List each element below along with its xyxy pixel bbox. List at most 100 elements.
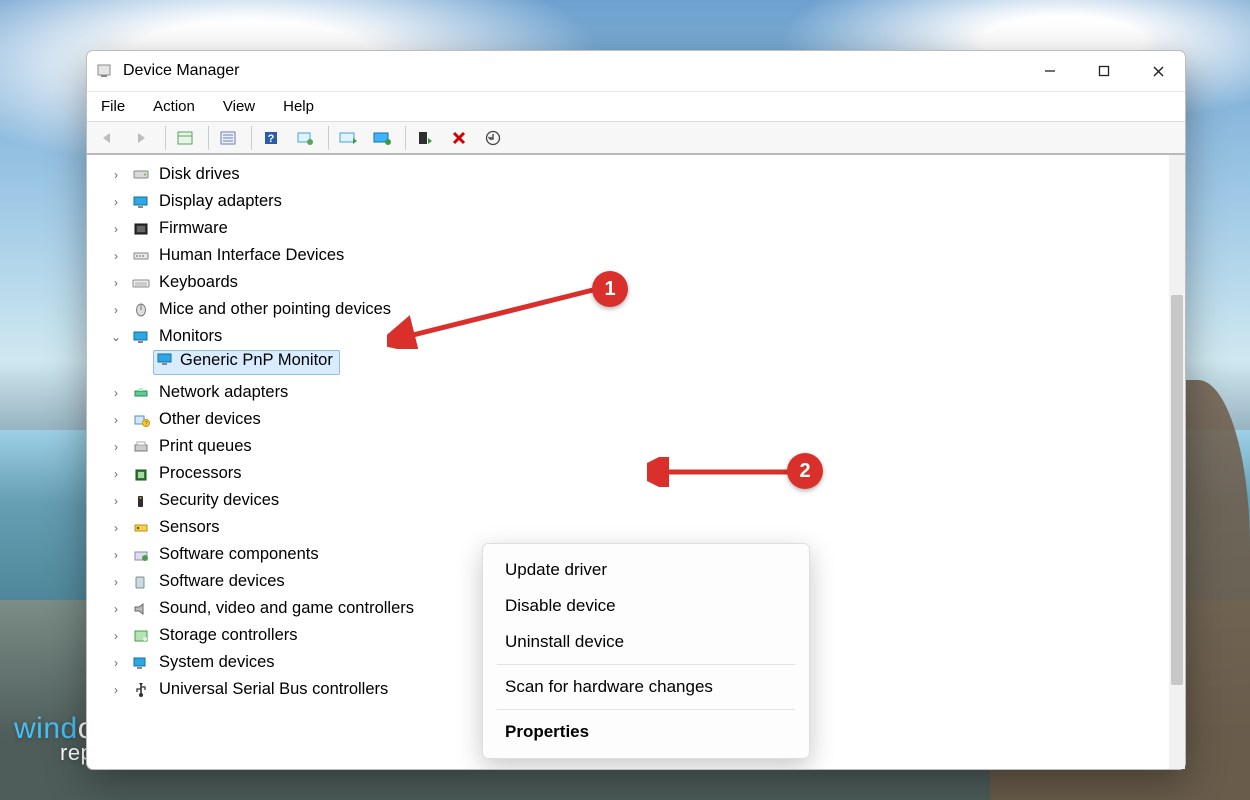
toolbar-properties-button[interactable] [213,125,243,151]
expander-icon[interactable]: › [109,629,123,643]
tree-node-label: Network adapters [159,383,288,402]
expander-icon[interactable]: › [109,575,123,589]
context-menu-uninstall-device[interactable]: Uninstall device [483,624,809,660]
expander-icon[interactable]: › [109,168,123,182]
tree-node-label: Monitors [159,327,222,346]
tree-node-monitors[interactable]: ⌄ Monitors [93,323,1161,350]
menu-action[interactable]: Action [151,96,197,117]
tree-node-label: Disk drives [159,165,240,184]
toolbar-help-button[interactable]: ? [256,125,286,151]
tree-node-security-devices[interactable]: › Security devices [93,487,1161,514]
scrollbar-thumb[interactable] [1171,295,1183,685]
toolbar-enable-device-button[interactable] [367,125,397,151]
toolbar-show-hide-tree-button[interactable] [170,125,200,151]
toolbar-forward-button[interactable] [127,125,157,151]
usb-icon [131,681,151,699]
tree-node-label: Storage controllers [159,626,298,645]
tree-node-label: Display adapters [159,192,282,211]
expander-icon[interactable]: › [109,683,123,697]
other-icon: ? [131,411,151,429]
tree-node-disk-drives[interactable]: › Disk drives [93,161,1161,188]
scrollbar[interactable] [1169,155,1185,769]
tree-node-processors[interactable]: › Processors [93,460,1161,487]
toolbar-update-driver-button[interactable] [333,125,363,151]
expander-icon[interactable]: › [109,249,123,263]
printer-icon [131,438,151,456]
security-icon [131,492,151,510]
toolbar-add-legacy-button[interactable] [478,125,508,151]
toolbar-scan-button[interactable] [290,125,320,151]
tree-node-display-adapters[interactable]: › Display adapters [93,188,1161,215]
tree-leaf-generic-pnp-monitor[interactable]: Generic PnP Monitor [153,350,340,375]
expander-icon[interactable]: › [109,222,123,236]
tree-node-print-queues[interactable]: ›Print queues [93,433,1161,460]
toolbar: ? [87,121,1185,155]
minimize-button[interactable] [1023,51,1077,91]
context-menu: Update driverDisable deviceUninstall dev… [482,543,810,759]
toolbar-uninstall-device-button[interactable] [444,125,474,151]
expander-icon[interactable]: › [109,548,123,562]
tree-node-label: Human Interface Devices [159,246,344,265]
tree-node-sensors[interactable]: › Sensors [93,514,1161,541]
sensor-icon [131,519,151,537]
tree-node-label: Firmware [159,219,228,238]
network-icon [131,384,151,402]
expander-icon[interactable]: › [109,656,123,670]
expander-icon[interactable]: › [109,276,123,290]
expander-icon[interactable]: › [109,494,123,508]
tree-node-mice-and-other-pointing-devices[interactable]: › Mice and other pointing devices [93,296,1161,323]
expander-icon[interactable]: ⌄ [109,330,123,344]
maximize-button[interactable] [1077,51,1131,91]
toolbar-disable-device-button[interactable] [410,125,440,151]
close-button[interactable] [1131,51,1185,91]
disk-icon [131,166,151,184]
toolbar-sep [165,126,166,150]
tree-node-label: Processors [159,464,242,483]
context-menu-update-driver[interactable]: Update driver [483,552,809,588]
toolbar-sep [208,126,209,150]
context-menu-disable-device[interactable]: Disable device [483,588,809,624]
system-icon [131,654,151,672]
firmware-icon [131,220,151,238]
tree-node-label: Universal Serial Bus controllers [159,680,388,699]
expander-icon[interactable]: › [109,521,123,535]
expander-icon[interactable]: › [109,440,123,454]
expander-icon[interactable]: › [109,195,123,209]
tree-node-label: Security devices [159,491,279,510]
tree-node-firmware[interactable]: › Firmware [93,215,1161,242]
expander-icon[interactable]: › [109,602,123,616]
context-menu-scan-for-hardware-changes[interactable]: Scan for hardware changes [483,669,809,705]
expander-icon[interactable]: › [109,386,123,400]
tree-node-label: Other devices [159,410,261,429]
tree-node-human-interface-devices[interactable]: › Human Interface Devices [93,242,1161,269]
tree-node-other-devices[interactable]: ›? Other devices [93,406,1161,433]
tree-node-label: Keyboards [159,273,238,292]
tree-node-network-adapters[interactable]: › Network adapters [93,379,1161,406]
app-icon [95,62,113,80]
menu-view[interactable]: View [221,96,257,117]
tree-node-label: Sound, video and game controllers [159,599,414,618]
expander-icon[interactable]: › [109,303,123,317]
toolbar-back-button[interactable] [93,125,123,151]
hid-icon [131,247,151,265]
tree-node-label: Mice and other pointing devices [159,300,391,319]
tree-node-label: Sensors [159,518,220,537]
titlebar[interactable]: Device Manager [87,51,1185,91]
expander-icon[interactable]: › [109,467,123,481]
expander-icon[interactable]: › [109,413,123,427]
context-menu-properties[interactable]: Properties [483,714,809,750]
swdev-icon [131,573,151,591]
menu-help[interactable]: Help [281,96,316,117]
menu-file[interactable]: File [99,96,127,117]
tree-node-keyboards[interactable]: › Keyboards [93,269,1161,296]
device-manager-window: Device Manager File Action View Help ? [86,50,1186,770]
toolbar-sep [251,126,252,150]
context-menu-separator [497,709,795,710]
tree-node-label: Software devices [159,572,285,591]
swcomp-icon [131,546,151,564]
content-area: › Disk drives › Display adapters › Firmware › H… [87,155,1185,769]
tree-leaf-label: Generic PnP Monitor [180,351,333,374]
svg-text:?: ? [268,133,275,145]
tree-node-label: System devices [159,653,275,672]
tree-node-label: Software components [159,545,319,564]
